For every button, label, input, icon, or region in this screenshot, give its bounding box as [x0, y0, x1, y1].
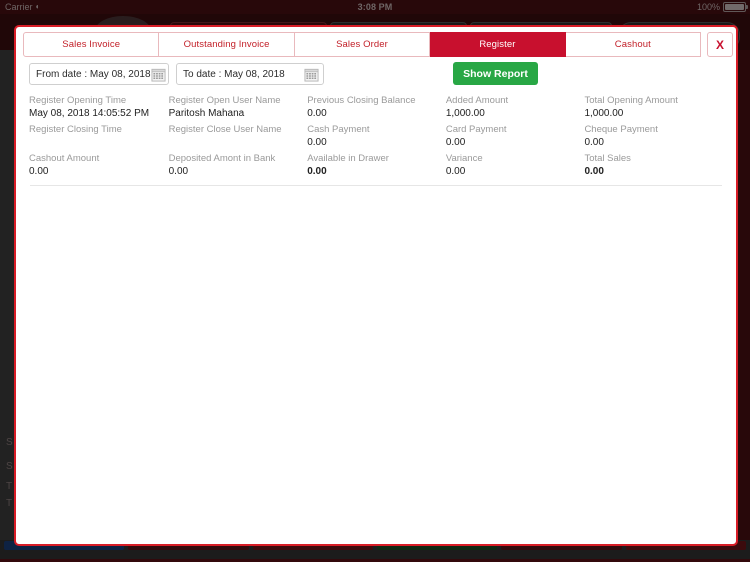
tab-outstanding-invoice[interactable]: Outstanding Invoice [159, 32, 295, 57]
field-value: 0.00 [307, 137, 327, 148]
field-value: 0.00 [29, 166, 49, 177]
field-label: Register Opening Time [29, 95, 127, 106]
close-icon[interactable]: X [707, 32, 734, 57]
field-value: 0.00 [584, 166, 604, 177]
field-label: Previous Closing Balance [307, 95, 416, 106]
field-cashout-amount: Cashout Amount 0.00 [24, 152, 169, 181]
field-label: Register Closing Time [29, 124, 122, 135]
field-deposited-amount-in-bank: Deposited Amont in Bank 0.00 [169, 152, 308, 181]
report-row: Register Opening Time May 08, 2018 14:05… [24, 94, 728, 123]
to-date-value: To date : May 08, 2018 [183, 68, 285, 80]
field-total-sales: Total Sales 0.00 [584, 152, 728, 181]
field-label: Variance [445, 153, 483, 164]
field-added-amount: Added Amount 1,000.00 [446, 94, 585, 123]
report-divider [30, 185, 722, 186]
field-label: Cash Payment [307, 124, 370, 135]
report-filter-row: From date : May 08, 2018 To date : May 0… [24, 62, 728, 87]
field-value: 0.00 [168, 166, 189, 177]
field-cash-payment: Cash Payment 0.00 [307, 123, 446, 152]
field-label: Total Opening Amount [584, 95, 678, 106]
field-label: Deposited Amont in Bank [168, 153, 276, 164]
field-value: 1,000.00 [584, 108, 624, 119]
tab-sales-order[interactable]: Sales Order [294, 32, 431, 57]
calendar-icon[interactable] [304, 67, 319, 82]
from-date-field[interactable]: From date : May 08, 2018 [29, 63, 169, 85]
field-value: 0.00 [445, 166, 466, 177]
report-row: Register Closing Time Register Close Use… [24, 123, 728, 152]
report-modal: Sales Invoice Outstanding Invoice Sales … [14, 25, 738, 546]
field-value: 0.00 [307, 108, 327, 119]
tab-register[interactable]: Register [430, 32, 566, 57]
field-register-closing-time: Register Closing Time [24, 123, 169, 152]
to-date-field[interactable]: To date : May 08, 2018 [176, 63, 324, 85]
field-value: May 08, 2018 14:05:52 PM [29, 108, 150, 119]
calendar-icon[interactable] [150, 67, 166, 82]
field-value: 0.00 [584, 137, 604, 148]
field-label: Card Payment [445, 124, 507, 135]
from-date-value: From date : May 08, 2018 [36, 68, 151, 80]
field-label: Added Amount [445, 95, 509, 106]
tab-sales-invoice[interactable]: Sales Invoice [23, 32, 160, 57]
field-available-in-drawer: Available in Drawer 0.00 [307, 152, 446, 181]
report-row: Cashout Amount 0.00 Deposited Amont in B… [24, 152, 728, 181]
field-register-open-user-name: Register Open User Name Paritosh Mahana [169, 94, 308, 123]
field-label: Register Close User Name [168, 124, 282, 135]
field-register-opening-time: Register Opening Time May 08, 2018 14:05… [24, 94, 169, 123]
field-label: Register Open User Name [168, 95, 281, 106]
field-value: 0.00 [445, 137, 466, 148]
field-register-close-user-name: Register Close User Name [169, 123, 308, 152]
register-report-grid: Register Opening Time May 08, 2018 14:05… [24, 94, 728, 184]
show-report-button[interactable]: Show Report [453, 62, 538, 85]
field-variance: Variance 0.00 [446, 152, 585, 181]
field-cheque-payment: Cheque Payment 0.00 [584, 123, 728, 152]
field-label: Total Sales [584, 153, 631, 164]
field-card-payment: Card Payment 0.00 [446, 123, 585, 152]
tab-cashout[interactable]: Cashout [565, 32, 702, 57]
field-value: 0.00 [307, 166, 327, 177]
field-label: Cashout Amount [29, 153, 100, 164]
field-label: Cheque Payment [584, 124, 658, 135]
field-value: 1,000.00 [445, 108, 485, 119]
report-tab-bar: Sales Invoice Outstanding Invoice Sales … [23, 32, 734, 57]
field-total-opening-amount: Total Opening Amount 1,000.00 [584, 94, 728, 123]
field-value: Paritosh Mahana [168, 108, 245, 119]
field-previous-closing-balance: Previous Closing Balance 0.00 [307, 94, 446, 123]
field-label: Available in Drawer [307, 153, 389, 164]
